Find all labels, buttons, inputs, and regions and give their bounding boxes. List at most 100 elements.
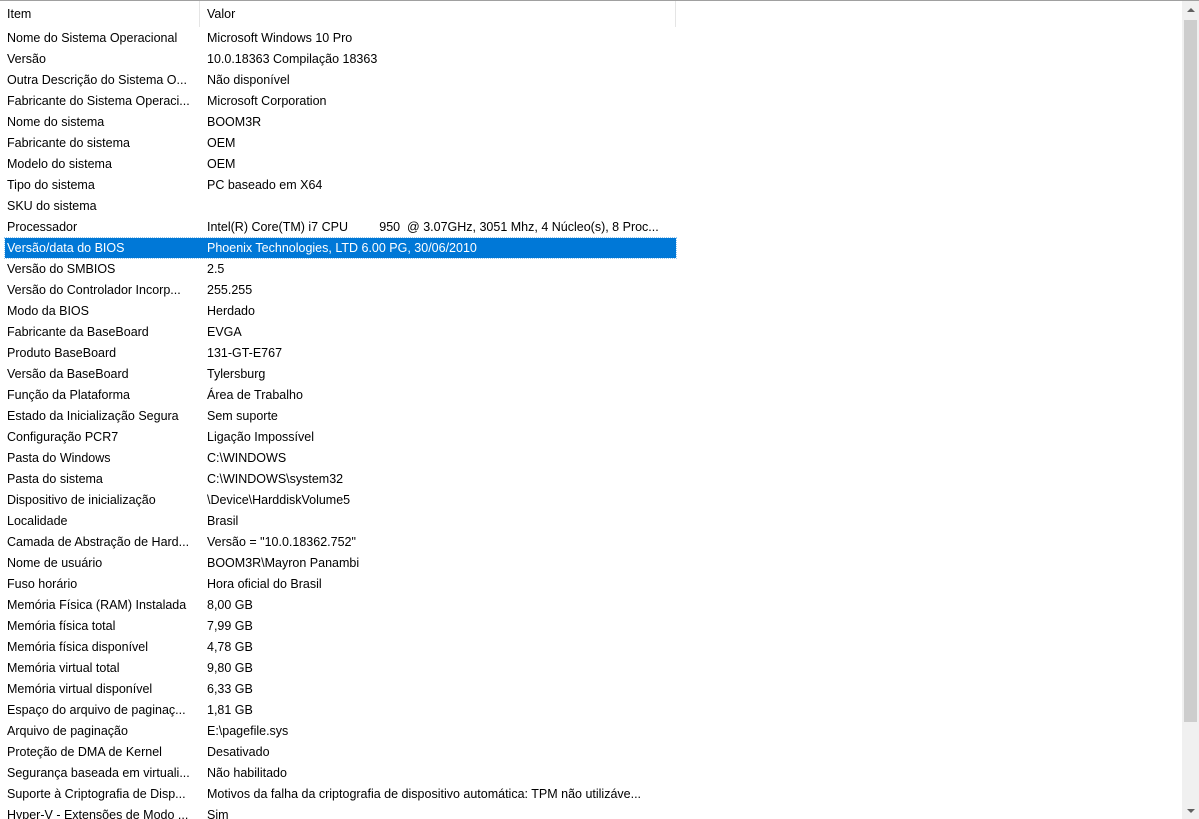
table-row[interactable]: Memória física total 7,99 GB: [5, 616, 676, 636]
cell-value: \Device\HarddiskVolume5: [207, 493, 351, 507]
cell-item: Dispositivo de inicialização: [7, 493, 156, 507]
cell-value: PC baseado em X64: [207, 178, 323, 192]
cell-value: OEM: [207, 157, 236, 171]
table-row[interactable]: Modo da BIOS Herdado: [5, 301, 676, 321]
cell-value: 255.255: [207, 283, 253, 297]
table-row[interactable]: Configuração PCR7 Ligação Impossível: [5, 427, 676, 447]
cell-value: Área de Trabalho: [207, 388, 303, 402]
table-row[interactable]: Fuso horário Hora oficial do Brasil: [5, 574, 676, 594]
cell-value: Microsoft Windows 10 Pro: [207, 31, 353, 45]
table-row[interactable]: Localidade Brasil: [5, 511, 676, 531]
list-body: Nome do Sistema Operacional Microsoft Win…: [0, 28, 1182, 819]
cell-item: Versão do Controlador Incorp...: [7, 283, 181, 297]
table-row[interactable]: Fabricante da BaseBoard EVGA: [5, 322, 676, 342]
cell-item: Versão/data do BIOS: [7, 241, 125, 255]
cell-value: Tylersburg: [207, 367, 266, 381]
cell-item: Arquivo de paginação: [7, 724, 128, 738]
cell-item: Proteção de DMA de Kernel: [7, 745, 162, 759]
table-row[interactable]: Versão 10.0.18363 Compilação 18363: [5, 49, 676, 69]
table-row-selected[interactable]: Versão/data do BIOS Phoenix Technologies,…: [4, 237, 677, 259]
scroll-up-button[interactable]: [1182, 1, 1199, 18]
table-row[interactable]: Modelo do sistema OEM: [5, 154, 676, 174]
table-row[interactable]: SKU do sistema: [5, 196, 676, 216]
table-row[interactable]: Suporte à Criptografia de Disp... Motivos…: [5, 784, 676, 804]
table-row[interactable]: Versão do SMBIOS 2.5: [5, 259, 676, 279]
cell-item: Modelo do sistema: [7, 157, 112, 171]
table-row[interactable]: Pasta do Windows C:\WINDOWS: [5, 448, 676, 468]
table-row[interactable]: Proteção de DMA de Kernel Desativado: [5, 742, 676, 762]
cell-value: EVGA: [207, 325, 242, 339]
cell-item: Nome de usuário: [7, 556, 103, 570]
cell-item: Pasta do sistema: [7, 472, 103, 486]
cell-item: Fabricante da BaseBoard: [7, 325, 149, 339]
scroll-down-button[interactable]: [1182, 802, 1199, 819]
table-row[interactable]: Nome do Sistema Operacional Microsoft Win…: [5, 28, 676, 48]
table-row[interactable]: Nome de usuário BOOM3R\Mayron Panambi: [5, 553, 676, 573]
cell-value: Brasil: [207, 514, 239, 528]
table-row[interactable]: Nome do sistema BOOM3R: [5, 112, 676, 132]
cell-item: Versão da BaseBoard: [7, 367, 129, 381]
table-row[interactable]: Produto BaseBoard 131-GT-E767: [5, 343, 676, 363]
table-row[interactable]: Arquivo de paginação E:\pagefile.sys: [5, 721, 676, 741]
cell-value: Hora oficial do Brasil: [207, 577, 322, 591]
table-row[interactable]: Função da Plataforma Área de Trabalho: [5, 385, 676, 405]
cell-item: Segurança baseada em virtuali...: [7, 766, 190, 780]
cell-item: Memória virtual total: [7, 661, 120, 675]
cell-item: Hyper-V - Extensões de Modo ...: [7, 808, 189, 819]
vertical-scrollbar[interactable]: [1182, 1, 1199, 819]
cell-value: E:\pagefile.sys: [207, 724, 289, 738]
column-header-value[interactable]: Valor: [200, 1, 676, 27]
table-row[interactable]: Pasta do sistema C:\WINDOWS\system32: [5, 469, 676, 489]
cell-value: 131-GT-E767: [207, 346, 283, 360]
table-row[interactable]: Tipo do sistema PC baseado em X64: [5, 175, 676, 195]
cell-item: Versão do SMBIOS: [7, 262, 116, 276]
table-row[interactable]: Hyper-V - Extensões de Modo ... Sim: [5, 805, 676, 819]
cell-item: Memória Física (RAM) Instalada: [7, 598, 187, 612]
table-row[interactable]: Espaço do arquivo de paginaç... 1,81 GB: [5, 700, 676, 720]
cell-value: 2.5: [207, 262, 225, 276]
cell-item: Camada de Abstração de Hard...: [7, 535, 190, 549]
table-row[interactable]: Fabricante do sistema OEM: [5, 133, 676, 153]
table-row[interactable]: Processador Intel(R) Core(TM) i7 CPU 950 …: [5, 217, 676, 237]
cell-item: Memória virtual disponível: [7, 682, 153, 696]
table-row[interactable]: Dispositivo de inicialização \Device\Hard…: [5, 490, 676, 510]
cell-item: Memória física total: [7, 619, 116, 633]
table-row[interactable]: Estado da Inicialização Segura Sem suport…: [5, 406, 676, 426]
cell-value: Não habilitado: [207, 766, 287, 780]
cell-item: Função da Plataforma: [7, 388, 130, 402]
cell-value: C:\WINDOWS: [207, 451, 287, 465]
cell-item: Produto BaseBoard: [7, 346, 117, 360]
table-row[interactable]: Memória virtual disponível 6,33 GB: [5, 679, 676, 699]
cell-value: 6,33 GB: [207, 682, 253, 696]
cell-value: 9,80 GB: [207, 661, 253, 675]
table-row[interactable]: Memória virtual total 9,80 GB: [5, 658, 676, 678]
table-row[interactable]: Camada de Abstração de Hard... Versão = "…: [5, 532, 676, 552]
column-header-item[interactable]: Item: [0, 1, 200, 27]
cell-value: Intel(R) Core(TM) i7 CPU 950 @ 3.07GHz, …: [207, 220, 659, 234]
cell-item: Localidade: [7, 514, 68, 528]
cell-item: Tipo do sistema: [7, 178, 95, 192]
cell-item: Memória física disponível: [7, 640, 149, 654]
cell-value: Versão = "10.0.18362.752": [207, 535, 356, 549]
cell-value: Sim: [207, 808, 229, 819]
system-summary-list[interactable]: Item Valor Nome do Sistema Operacional Mi…: [0, 0, 1199, 819]
cell-item: Outra Descrição do Sistema O...: [7, 73, 187, 87]
cell-value: 10.0.18363 Compilação 18363: [207, 52, 378, 66]
table-row[interactable]: Memória física disponível 4,78 GB: [5, 637, 676, 657]
list-header: Item Valor: [0, 1, 1182, 27]
cell-value: 1,81 GB: [207, 703, 253, 717]
cell-value: BOOM3R: [207, 115, 262, 129]
cell-value: Desativado: [207, 745, 270, 759]
cell-value: Sem suporte: [207, 409, 278, 423]
table-row[interactable]: Segurança baseada em virtuali... Não habi…: [5, 763, 676, 783]
table-row[interactable]: Fabricante do Sistema Operaci... Microsof…: [5, 91, 676, 111]
cell-value: Ligação Impossível: [207, 430, 315, 444]
table-row[interactable]: Versão da BaseBoard Tylersburg: [5, 364, 676, 384]
table-row[interactable]: Memória Física (RAM) Instalada 8,00 GB: [5, 595, 676, 615]
table-row[interactable]: Versão do Controlador Incorp... 255.255: [5, 280, 676, 300]
cell-item: Pasta do Windows: [7, 451, 111, 465]
chevron-down-icon: [1186, 808, 1195, 813]
cell-item: Versão: [7, 52, 46, 66]
scroll-thumb[interactable]: [1184, 20, 1197, 722]
table-row[interactable]: Outra Descrição do Sistema O... Não dispo…: [5, 70, 676, 90]
